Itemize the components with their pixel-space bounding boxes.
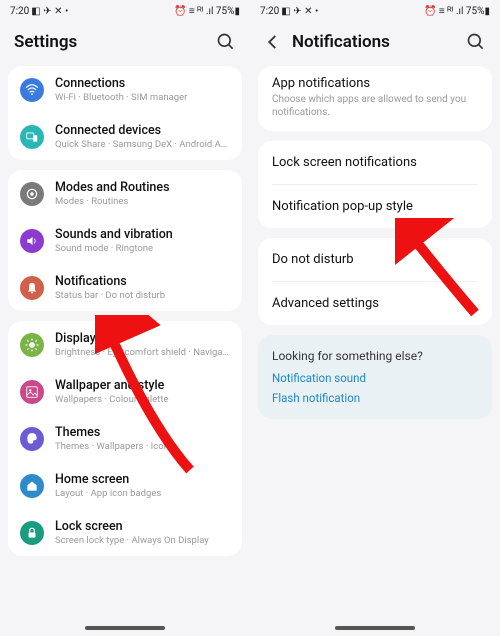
notifications-list[interactable]: App notifications Choose which apps are … [250, 66, 500, 620]
settings-item-lock[interactable]: Lock screenScreen lock type · Always On … [8, 509, 242, 556]
status-bar: 7:20 ◧ ✈ ✕ • ⏰ ≡ ᴿᴵ .ıl 75%▮ [0, 0, 250, 22]
home-icon [20, 474, 44, 498]
settings-group: DisplayBrightness · Eye comfort shield ·… [8, 321, 242, 556]
settings-item-sound[interactable]: Sounds and vibrationSound mode · Rington… [8, 217, 242, 264]
wifi-icon [20, 78, 44, 102]
item-subtitle: Themes · Wallpapers · Icons [55, 441, 230, 452]
item-title: Home screen [55, 472, 230, 487]
wallpaper-icon [20, 380, 44, 404]
themes-icon [20, 427, 44, 451]
gesture-bar [85, 626, 165, 630]
settings-item-devices[interactable]: Connected devicesQuick Share · Samsung D… [8, 113, 242, 160]
item-subtitle: Sound mode · Ringtone [55, 243, 230, 254]
looking-for-something: Looking for something else? Notification… [258, 335, 492, 419]
item-app-notifications[interactable]: App notifications Choose which apps are … [258, 66, 492, 131]
notifications-screen: 7:20 ◧ ✈ ✕ • ⏰ ≡ ᴿᴵ .ıl 75%▮ Notificatio… [250, 0, 500, 636]
item-title: Modes and Routines [55, 180, 230, 195]
page-title: Notifications [292, 32, 456, 52]
status-right-icons: ⏰ ≡ ᴿᴵ .ıl 75%▮ [424, 6, 490, 17]
search-icon [216, 32, 236, 52]
modes-icon [20, 182, 44, 206]
item-subtitle: Screen lock type · Always On Display [55, 535, 230, 546]
status-left-icons: ◧ ✈ ✕ • [31, 6, 68, 17]
settings-list[interactable]: ConnectionsWi-Fi · Bluetooth · SIM manag… [0, 66, 250, 620]
search-icon [466, 32, 486, 52]
link-flash-notification[interactable]: Flash notification [272, 391, 478, 405]
gesture-bar [335, 626, 415, 630]
display-icon [20, 333, 44, 357]
status-left-icons: ◧ ✈ ✕ • [281, 6, 318, 17]
item-subtitle: Status bar · Do not disturb [55, 290, 230, 301]
settings-group: Modes and RoutinesModes · RoutinesSounds… [8, 170, 242, 311]
settings-item-wallpaper[interactable]: Wallpaper and styleWallpapers · Colour p… [8, 368, 242, 415]
settings-item-modes[interactable]: Modes and RoutinesModes · Routines [8, 170, 242, 217]
chevron-left-icon [264, 33, 282, 51]
item-title: Lock screen [55, 519, 230, 534]
status-time: 7:20 [10, 6, 29, 17]
settings-header: Settings [0, 22, 250, 66]
item-subtitle: Wallpapers · Colour palette [55, 394, 230, 405]
item-subtitle: Layout · App icon badges [55, 488, 230, 499]
status-bar: 7:20 ◧ ✈ ✕ • ⏰ ≡ ᴿᴵ .ıl 75%▮ [250, 0, 500, 22]
back-button[interactable] [264, 33, 282, 51]
item-subtitle: Brightness · Eye comfort shield · Naviga… [55, 347, 230, 358]
notif-icon [20, 276, 44, 300]
search-button[interactable] [466, 32, 486, 52]
item-title: Display [55, 331, 230, 346]
item-subtitle: Choose which apps are allowed to send yo… [272, 93, 478, 119]
item-title: Connections [55, 76, 230, 91]
item-title: Wallpaper and style [55, 378, 230, 393]
status-time: 7:20 [260, 6, 279, 17]
item-popup-style[interactable]: Notification pop-up style [258, 185, 492, 228]
status-right-icons: ⏰ ≡ ᴿᴵ .ıl 75%▮ [174, 6, 240, 17]
item-advanced-settings[interactable]: Advanced settings [258, 282, 492, 325]
item-do-not-disturb[interactable]: Do not disturb [258, 238, 492, 281]
item-title: Sounds and vibration [55, 227, 230, 242]
settings-item-wifi[interactable]: ConnectionsWi-Fi · Bluetooth · SIM manag… [8, 66, 242, 113]
settings-group: ConnectionsWi-Fi · Bluetooth · SIM manag… [8, 66, 242, 160]
item-title: App notifications [272, 76, 478, 91]
sound-icon [20, 229, 44, 253]
looking-title: Looking for something else? [272, 349, 478, 363]
settings-screen: 7:20 ◧ ✈ ✕ • ⏰ ≡ ᴿᴵ .ıl 75%▮ Settings Co… [0, 0, 250, 636]
page-title: Settings [14, 32, 206, 52]
settings-item-display[interactable]: DisplayBrightness · Eye comfort shield ·… [8, 321, 242, 368]
lock-icon [20, 521, 44, 545]
link-notification-sound[interactable]: Notification sound [272, 371, 478, 385]
item-subtitle: Quick Share · Samsung DeX · Android Auto [55, 139, 230, 150]
item-subtitle: Modes · Routines [55, 196, 230, 207]
settings-item-themes[interactable]: ThemesThemes · Wallpapers · Icons [8, 415, 242, 462]
item-title: Themes [55, 425, 230, 440]
item-subtitle: Wi-Fi · Bluetooth · SIM manager [55, 92, 230, 103]
item-title: Connected devices [55, 123, 230, 138]
settings-item-home[interactable]: Home screenLayout · App icon badges [8, 462, 242, 509]
item-lock-screen-notifications[interactable]: Lock screen notifications [258, 141, 492, 184]
notifications-header: Notifications [250, 22, 500, 66]
item-title: Notifications [55, 274, 230, 289]
settings-item-notif[interactable]: NotificationsStatus bar · Do not disturb [8, 264, 242, 311]
search-button[interactable] [216, 32, 236, 52]
devices-icon [20, 125, 44, 149]
